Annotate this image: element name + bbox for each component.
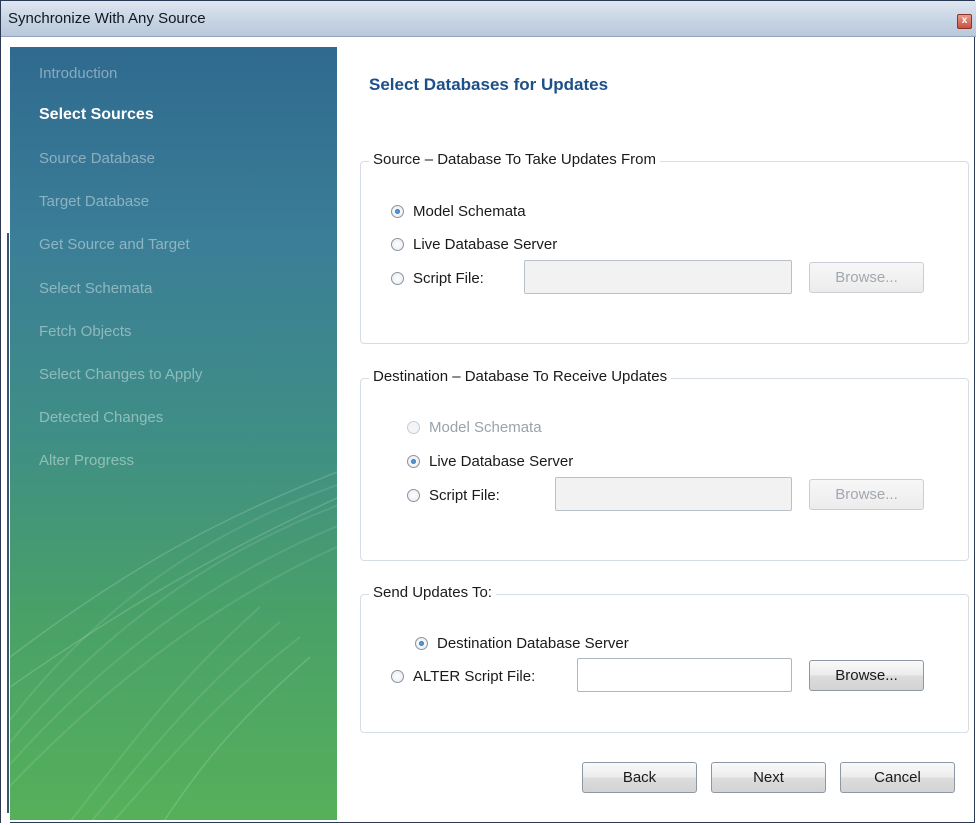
sidebar-item-select-sources: Select Sources xyxy=(39,106,154,123)
next-button[interactable]: Next xyxy=(711,762,826,793)
sidebar-item-get-source-and-target: Get Source and Target xyxy=(39,236,190,253)
destination-option-script-file[interactable]: Script File: xyxy=(407,485,500,505)
page-title: Select Databases for Updates xyxy=(369,75,609,94)
source-option-model-schemata[interactable]: Model Schemata xyxy=(391,201,526,221)
destination-option-live-server[interactable]: Live Database Server xyxy=(407,451,573,471)
radio-button[interactable] xyxy=(391,271,404,285)
radio-button[interactable] xyxy=(407,488,420,502)
sidebar-item-source-database: Source Database xyxy=(39,150,155,167)
radio-button[interactable] xyxy=(407,454,420,468)
source-browse-button[interactable]: Browse... xyxy=(809,262,924,293)
radio-button[interactable] xyxy=(391,204,404,218)
destination-option-model-schemata[interactable]: Model Schemata xyxy=(407,417,542,437)
sidebar-item-select-changes: Select Changes to Apply xyxy=(39,366,203,383)
window-title: Synchronize With Any Source xyxy=(8,10,206,27)
destination-script-path-input[interactable] xyxy=(555,477,792,511)
cancel-button[interactable]: Cancel xyxy=(840,762,955,793)
send-option-alter-script[interactable]: ALTER Script File: xyxy=(391,666,535,686)
close-icon[interactable]: x xyxy=(957,14,972,29)
source-group-legend: Source – Database To Take Updates From xyxy=(369,151,660,168)
radio-button[interactable] xyxy=(391,669,404,683)
source-option-script-file[interactable]: Script File: xyxy=(391,268,484,288)
sidebar-item-introduction: Introduction xyxy=(39,65,118,82)
alter-script-path-input[interactable] xyxy=(577,658,792,692)
radio-button[interactable] xyxy=(407,420,420,434)
window-left-edge xyxy=(1,37,10,823)
radio-button[interactable] xyxy=(391,237,404,251)
title-bar[interactable]: Synchronize With Any Source x xyxy=(1,1,976,37)
sidebar-item-target-database: Target Database xyxy=(39,193,150,210)
sidebar-item-fetch-objects: Fetch Objects xyxy=(39,323,132,340)
send-option-destination-server[interactable]: Destination Database Server xyxy=(415,633,629,653)
destination-group-legend: Destination – Database To Receive Update… xyxy=(369,368,672,385)
source-script-path-input[interactable] xyxy=(524,260,792,294)
destination-browse-button[interactable]: Browse... xyxy=(809,479,924,510)
back-button[interactable]: Back xyxy=(582,762,697,793)
sidebar-item-select-schemata: Select Schemata xyxy=(39,280,153,297)
alter-browse-button[interactable]: Browse... xyxy=(809,660,924,691)
send-updates-legend: Send Updates To: xyxy=(369,584,496,601)
source-option-live-server[interactable]: Live Database Server xyxy=(391,234,557,254)
wizard-sidebar: Introduction Select Sources Source Datab… xyxy=(10,47,337,820)
sidebar-item-alter-progress: Alter Progress xyxy=(39,452,135,469)
wizard-window: Synchronize With Any Source x Introducti… xyxy=(0,0,976,823)
radio-button[interactable] xyxy=(415,636,428,650)
sidebar-item-detected-changes: Detected Changes xyxy=(39,409,164,426)
